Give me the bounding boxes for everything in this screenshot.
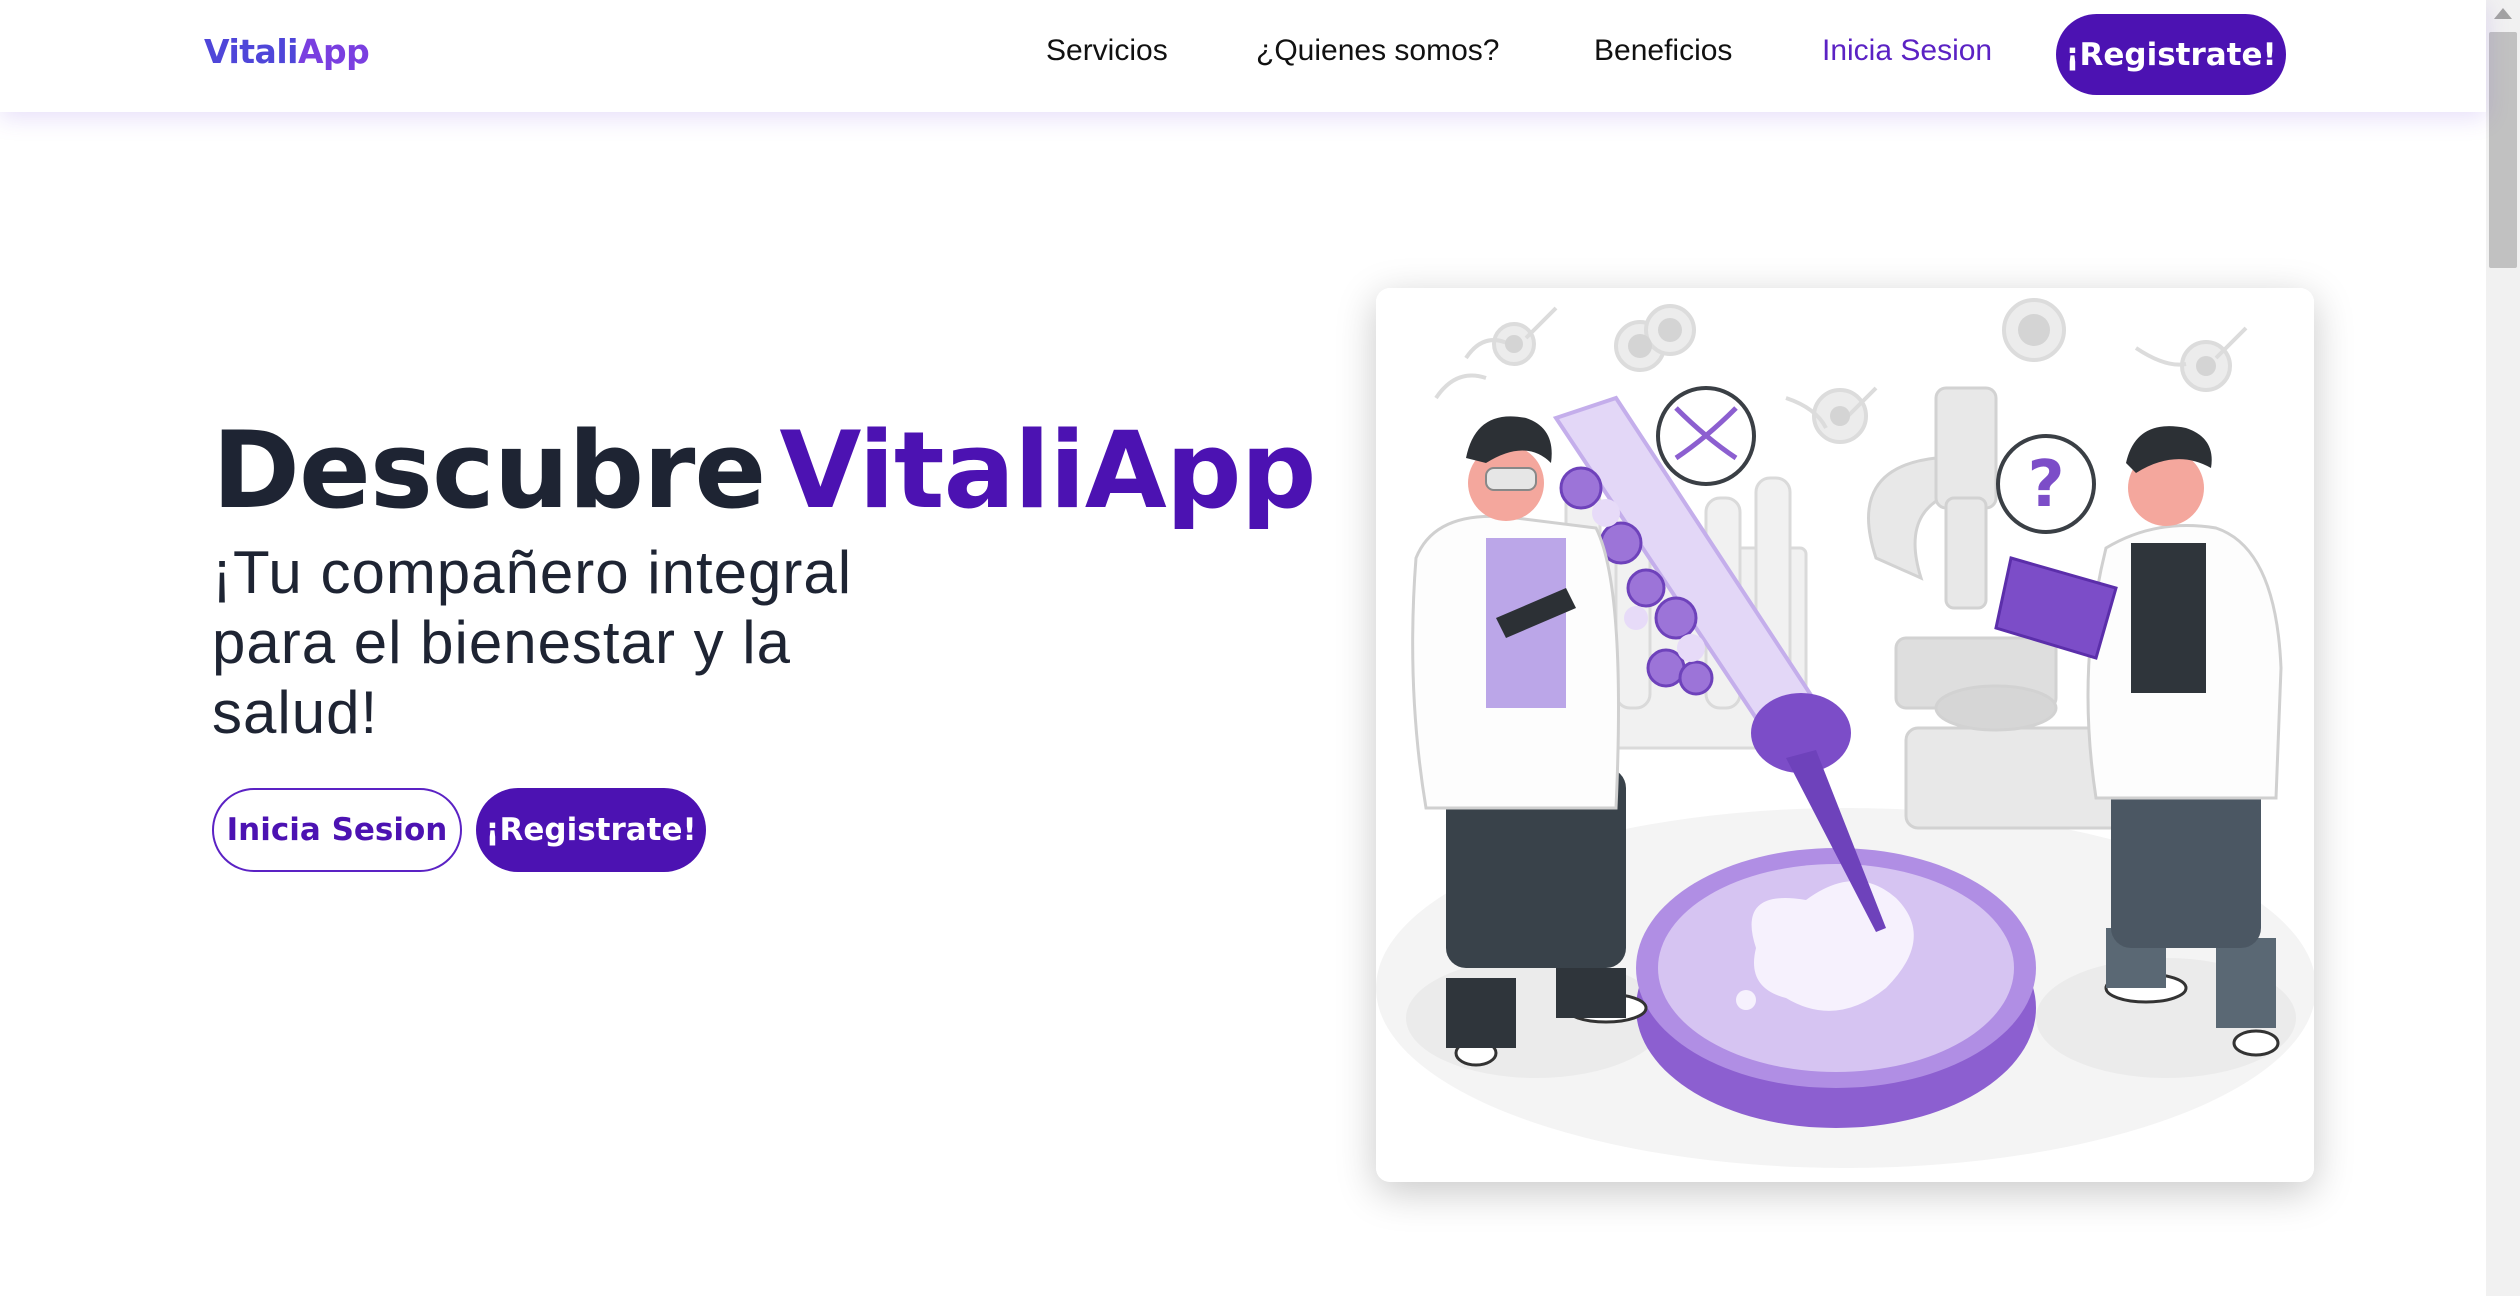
question-mark-symbol: ? xyxy=(2027,448,2064,522)
page: VitaliApp Servicios ¿Quienes somos? Bene… xyxy=(0,0,2520,1296)
nav-login-link[interactable]: Inicia Sesion xyxy=(1822,34,1992,68)
hero-title-descubre: Descubre xyxy=(212,409,766,532)
logo-text-vitali: Vitali xyxy=(204,32,298,71)
dna-bubble-icon xyxy=(1656,386,1756,486)
hero-illustration-card: ? xyxy=(1376,288,2314,1182)
scroll-up-arrow-icon[interactable] xyxy=(2494,8,2512,19)
hero-title-vitaliapp: VitaliApp xyxy=(779,409,1316,532)
hero-register-button[interactable]: ¡Registrate! xyxy=(476,788,706,872)
scrollbar-thumb[interactable] xyxy=(2489,32,2517,268)
hero-title: Descubre VitaliApp xyxy=(212,418,1317,524)
lab-scientists-illustration: ? xyxy=(1376,288,2314,1182)
hero-login-button[interactable]: Inicia Sesion xyxy=(212,788,462,872)
logo-text-app: App xyxy=(297,32,370,71)
top-navbar: VitaliApp Servicios ¿Quienes somos? Bene… xyxy=(0,0,2486,112)
brand-logo[interactable]: VitaliApp xyxy=(204,32,370,71)
petri-dish-icon xyxy=(1636,848,2036,1128)
nav-link-beneficios[interactable]: Beneficios xyxy=(1594,34,1732,68)
nav-register-button[interactable]: ¡Registrate! xyxy=(2056,14,2286,95)
nav-link-servicios[interactable]: Servicios xyxy=(1046,34,1168,68)
hero-subtitle: ¡Tu compañero integral para el bienestar… xyxy=(212,539,853,746)
question-bubble-icon: ? xyxy=(1996,434,2096,534)
nav-link-quienes-somos[interactable]: ¿Quienes somos? xyxy=(1256,34,1499,68)
